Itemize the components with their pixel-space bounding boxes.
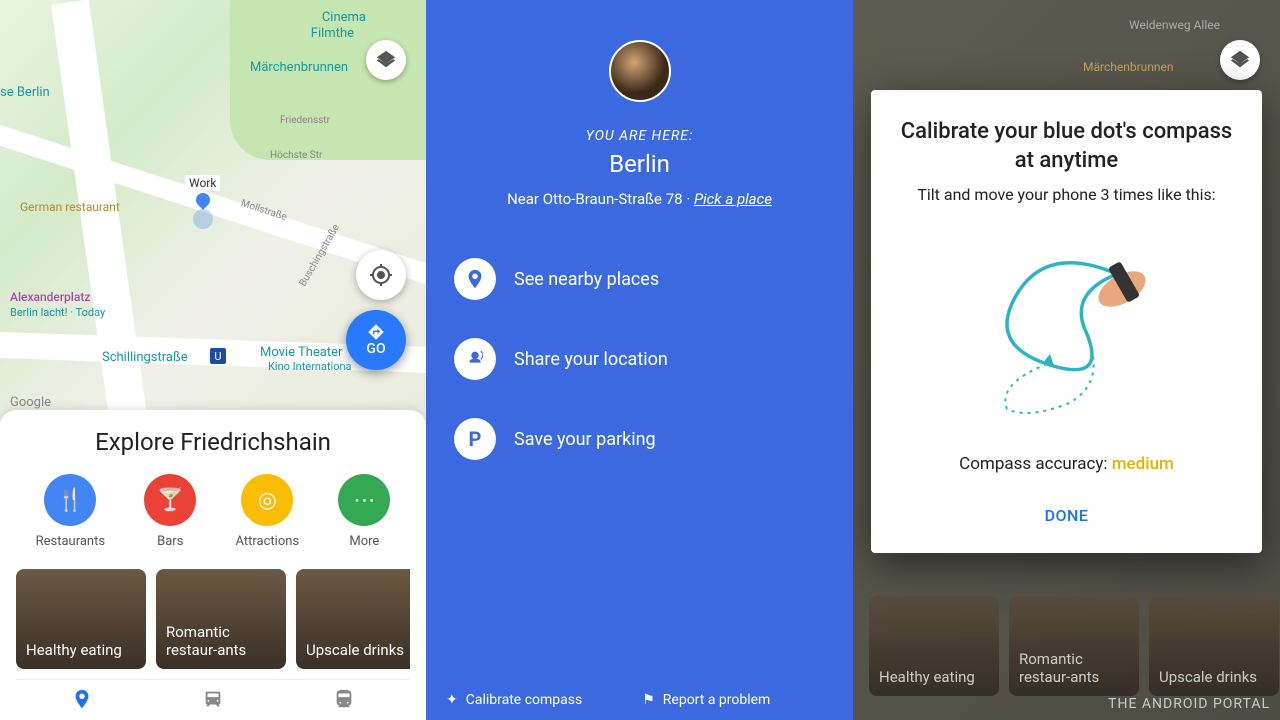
more-icon: ⋯: [338, 474, 390, 526]
you-are-here-label: YOU ARE HERE:: [586, 128, 694, 144]
report-problem-button[interactable]: ⚑ Report a problem: [642, 692, 770, 708]
directions-icon: [367, 323, 385, 341]
poi-kino: Kino Internationa: [268, 360, 352, 373]
nav-commute-icon[interactable]: [202, 688, 224, 714]
sheet-title: Explore Friedrichshain: [16, 428, 410, 456]
nav-transit-icon[interactable]: [333, 688, 355, 714]
work-location-pin[interactable]: Work: [185, 175, 220, 229]
bg-allee: Weidenweg Allee: [1129, 18, 1220, 32]
accuracy-value: medium: [1112, 454, 1174, 474]
pick-a-place-link[interactable]: Pick a place: [694, 190, 772, 208]
card-healthy-eating: Healthy eating: [869, 596, 999, 696]
card-romantic[interactable]: Romantic restaur-ants: [156, 569, 286, 669]
ubahn-icon: U: [210, 348, 226, 364]
explore-sheet[interactable]: Explore Friedrichshain 🍴Restaurants 🍸Bar…: [0, 410, 426, 720]
work-label: Work: [185, 175, 220, 191]
pin-icon: [193, 190, 213, 210]
fork-knife-icon: 🍴: [44, 474, 96, 526]
pin-icon: [454, 258, 496, 300]
calibrate-dialog: Calibrate your blue dot's compass at any…: [871, 90, 1262, 553]
figure8-gesture: [967, 234, 1167, 424]
layers-button[interactable]: [366, 40, 406, 80]
category-bars[interactable]: 🍸Bars: [144, 474, 196, 549]
cocktail-icon: 🍸: [144, 474, 196, 526]
card-upscale: Upscale drinks: [1149, 596, 1279, 696]
done-button[interactable]: DONE: [1029, 498, 1105, 533]
go-label: GO: [366, 341, 385, 357]
bg-cards: Healthy eating Romantic restaur-ants Ups…: [869, 596, 1280, 696]
dialog-title: Calibrate your blue dot's compass at any…: [895, 118, 1238, 175]
bottom-nav: [16, 679, 410, 714]
city-name: Berlin: [609, 150, 670, 178]
poi-alex-sub: Berlin lacht! · Today: [10, 306, 105, 319]
poi-seberlin: se Berlin: [0, 85, 50, 100]
dialog-instruction: Tilt and move your phone 3 times like th…: [917, 185, 1215, 204]
category-restaurants[interactable]: 🍴Restaurants: [36, 474, 105, 549]
share-location-button[interactable]: Share your location: [454, 338, 825, 380]
watermark: THE ANDROID PORTAL: [1108, 696, 1270, 712]
save-parking-button[interactable]: P Save your parking: [454, 418, 825, 460]
card-upscale[interactable]: Upscale drinks: [296, 569, 410, 669]
poi-restaurant: German restaurant: [20, 200, 120, 214]
locate-button[interactable]: [356, 250, 406, 300]
card-healthy-eating[interactable]: Healthy eating: [16, 569, 146, 669]
category-row: 🍴Restaurants 🍸Bars ◎Attractions ⋯More: [16, 474, 410, 549]
nav-explore-icon[interactable]: [71, 688, 93, 714]
category-more[interactable]: ⋯More: [338, 474, 390, 549]
poi-movie: Movie Theater: [260, 345, 342, 360]
camera-icon: ◎: [241, 474, 293, 526]
poi-marchen: Märchenbrunnen: [250, 60, 348, 75]
layers-button[interactable]: [1220, 40, 1260, 80]
layers-icon: [375, 49, 397, 71]
avatar[interactable]: [609, 40, 671, 102]
panel-you-are-here: YOU ARE HERE: Berlin Near Otto-Braun-Str…: [426, 0, 853, 720]
poi-hochste: Höchste Str: [270, 150, 322, 161]
category-attractions[interactable]: ◎Attractions: [236, 474, 300, 549]
share-icon: [454, 338, 496, 380]
google-logo: Google: [10, 395, 51, 410]
see-nearby-button[interactable]: See nearby places: [454, 258, 825, 300]
parking-icon: P: [454, 418, 496, 460]
accuracy-line: Compass accuracy: medium: [959, 454, 1174, 474]
panel-calibrate: Märchenbrunnen Weidenweg Allee Healthy e…: [853, 0, 1280, 720]
near-address: Near Otto-Braun-Straße 78 · Pick a place: [507, 190, 772, 208]
map-canvas[interactable]: Cinema Filmthe Märchenbrunnen Friedensst…: [0, 0, 426, 420]
bg-marchen: Märchenbrunnen: [1083, 60, 1174, 74]
poi-alexanderplatz: Alexanderplatz: [10, 290, 90, 304]
calibrate-compass-button[interactable]: ✦ Calibrate compass: [446, 692, 582, 708]
blue-footer: ✦ Calibrate compass ⚑ Report a problem: [426, 680, 853, 720]
poi-cinema: Cinema: [322, 10, 366, 25]
poi-friedens: Friedensstr: [280, 115, 330, 126]
crosshair-icon: [369, 263, 393, 287]
panel-map: Cinema Filmthe Märchenbrunnen Friedensst…: [0, 0, 426, 720]
location-dot: [193, 209, 213, 229]
poi-filmth: Filmthe: [311, 26, 354, 41]
card-romantic: Romantic restaur-ants: [1009, 596, 1139, 696]
go-button[interactable]: GO: [346, 310, 406, 370]
action-list: See nearby places Share your location P …: [426, 258, 853, 498]
explore-cards[interactable]: Healthy eating Romantic restaur-ants Ups…: [16, 569, 410, 669]
layers-icon: [1229, 49, 1251, 71]
poi-schilling: Schillingstraße: [102, 350, 188, 365]
